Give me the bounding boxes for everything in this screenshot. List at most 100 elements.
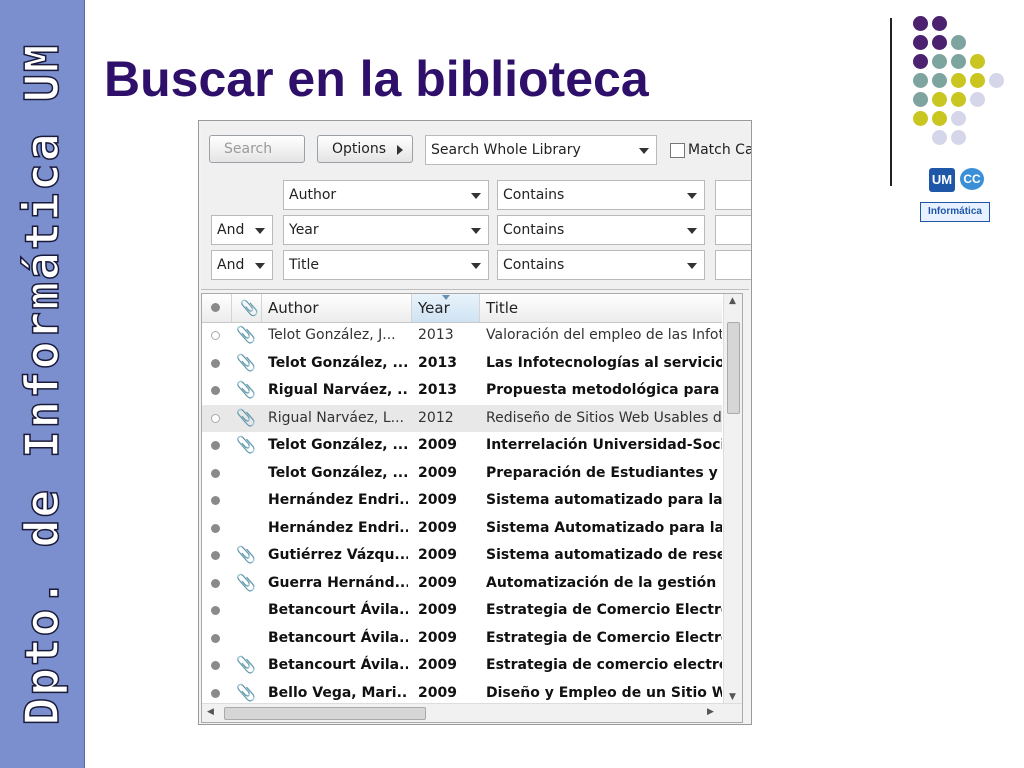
chevron-down-icon: [471, 228, 481, 234]
status-dot-icon: [211, 303, 220, 312]
title-column-header[interactable]: Title: [480, 294, 722, 322]
scroll-up-icon[interactable]: ▲: [729, 296, 736, 306]
title-cell: Estrategia de comercio electróni: [486, 657, 722, 673]
title-cell: Automatización de la gestión rer: [486, 574, 722, 591]
year-cell: 2009: [418, 519, 457, 536]
author-cell: Rigual Narváez, L...: [268, 409, 404, 426]
title-cell: Estrategia de Comercio Electróni: [486, 629, 722, 646]
horizontal-scrollbar[interactable]: ◀ ▶: [202, 703, 742, 722]
decorative-dot: [913, 92, 928, 107]
triangle-right-icon: [397, 145, 403, 155]
logo-label: Informática: [920, 202, 990, 222]
department-logo: UM CC Informática: [920, 168, 990, 224]
decorative-dot: [913, 54, 928, 69]
department-label: Dpto. de Informática UM: [14, 42, 70, 726]
cc-logo-icon: CC: [960, 168, 984, 190]
author-cell: Telot González, ...: [268, 464, 408, 481]
table-row[interactable]: Hernández Endri... 2009 Sistema Automatiza…: [202, 515, 722, 543]
year-cell: 2013: [418, 382, 457, 398]
decorative-dot: [913, 73, 928, 88]
year-column-label: Year: [418, 299, 450, 317]
table-row[interactable]: 📎 Telot González, ... 2009 Interrelación Un…: [202, 432, 722, 460]
year-cell: 2009: [418, 547, 457, 563]
table-row[interactable]: 📎 Betancourt Ávila... 2009 Estrategia de co…: [202, 652, 722, 680]
table-row[interactable]: Hernández Endri... 2009 Sistema automatiza…: [202, 487, 722, 515]
match-case-checkbox[interactable]: [670, 143, 685, 158]
operator-value: Contains: [503, 187, 565, 203]
chevron-down-icon: [471, 263, 481, 269]
options-button[interactable]: Options: [317, 135, 413, 163]
title-cell: Las Infotecnologías al servicio de: [486, 354, 722, 371]
search-panel: Search Options Search Whole Library Matc…: [201, 123, 751, 290]
paperclip-icon: 📎: [236, 325, 256, 344]
field-dropdown[interactable]: Title: [283, 250, 489, 280]
scroll-down-icon[interactable]: ▼: [729, 692, 736, 702]
table-row[interactable]: Betancourt Ávila... 2009 Estrategia de Com…: [202, 625, 722, 653]
table-row[interactable]: 📎 Rigual Narváez, L... 2012 Rediseño de Sit…: [202, 404, 722, 432]
title-cell: Sistema Automatizado para la Ge: [486, 519, 722, 536]
unread-status-icon: [211, 523, 220, 533]
field-dropdown[interactable]: Year: [283, 215, 489, 245]
unread-status-icon: [211, 468, 220, 478]
field-value: Title: [289, 257, 320, 273]
decorative-dot: [951, 111, 966, 126]
decorative-dot: [970, 73, 985, 88]
decorative-dot: [913, 35, 928, 50]
chevron-down-icon: [255, 263, 265, 269]
search-term-input[interactable]: [715, 180, 751, 210]
boolean-operator-value: And: [217, 257, 245, 273]
read-status-column-header[interactable]: [202, 294, 232, 322]
vertical-scroll-thumb[interactable]: [727, 322, 740, 414]
table-row[interactable]: Betancourt Ávila... 2009 Estrategia de Com…: [202, 597, 722, 625]
operator-dropdown[interactable]: Contains: [497, 250, 705, 280]
unread-status-icon: [211, 496, 220, 505]
decorative-dot: [913, 16, 928, 31]
table-row[interactable]: 📎 Telot González, ... 2013 Las Infotecnolog…: [202, 350, 722, 378]
paperclip-icon: 📎: [236, 352, 256, 372]
title-cell: Interrelación Universidad-Socied: [486, 437, 722, 453]
decorative-dot: [913, 111, 928, 126]
options-label: Options: [332, 141, 387, 157]
unread-status-icon: [211, 633, 220, 643]
paperclip-icon: 📎: [236, 380, 256, 399]
title-cell: Valoración del empleo de las Infot: [486, 327, 722, 343]
field-dropdown[interactable]: Author: [283, 180, 489, 210]
operator-dropdown[interactable]: Contains: [497, 180, 705, 210]
author-column-header[interactable]: Author: [262, 294, 412, 322]
table-row[interactable]: 📎 Telot González, J... 2013 Valoración del …: [202, 322, 722, 350]
slide-title: Buscar en la biblioteca: [104, 51, 649, 107]
author-cell: Hernández Endri...: [268, 492, 408, 508]
author-cell: Guerra Hernánd...: [268, 574, 408, 591]
search-term-input[interactable]: [715, 250, 751, 280]
attachment-column-header[interactable]: 📎: [232, 294, 262, 322]
operator-dropdown[interactable]: Contains: [497, 215, 705, 245]
vertical-scrollbar[interactable]: ▲ ▼: [723, 294, 742, 704]
title-cell: Estrategia de Comercio Electróni: [486, 602, 722, 618]
unread-status-icon: [211, 661, 220, 670]
decorative-dot: [951, 54, 966, 69]
decorative-dot: [970, 54, 985, 69]
boolean-operator-dropdown[interactable]: And: [211, 215, 273, 245]
sidebar-band: Dpto. de Informática UM: [0, 0, 85, 768]
title-cell: Sistema automatizado de reserv: [486, 547, 722, 563]
decorative-dot: [932, 54, 947, 69]
horizontal-scroll-thumb[interactable]: [224, 707, 426, 720]
paperclip-icon: 📎: [236, 655, 256, 674]
search-term-input[interactable]: [715, 215, 751, 245]
table-row[interactable]: 📎 Rigual Narváez, ... 2013 Propuesta metodo…: [202, 377, 722, 405]
operator-value: Contains: [503, 257, 565, 273]
year-column-header[interactable]: Year: [412, 294, 480, 322]
boolean-operator-dropdown[interactable]: And: [211, 250, 273, 280]
decorative-dot: [932, 73, 947, 88]
table-row[interactable]: 📎 Guerra Hernánd... 2009 Automatización de …: [202, 570, 722, 598]
title-cell: Rediseño de Sitios Web Usables de: [486, 409, 722, 426]
search-scope-dropdown[interactable]: Search Whole Library: [425, 135, 657, 165]
scroll-left-icon[interactable]: ◀: [207, 707, 214, 717]
scroll-right-icon[interactable]: ▶: [707, 707, 714, 717]
table-row[interactable]: 📎 Gutiérrez Vázqu... 2009 Sistema automatiz…: [202, 542, 722, 570]
year-cell: 2013: [418, 327, 454, 343]
decorative-dot: [932, 111, 947, 126]
search-button[interactable]: Search: [209, 135, 305, 163]
table-row[interactable]: Telot González, ... 2009 Preparación de Es…: [202, 460, 722, 488]
chevron-down-icon: [639, 148, 649, 154]
